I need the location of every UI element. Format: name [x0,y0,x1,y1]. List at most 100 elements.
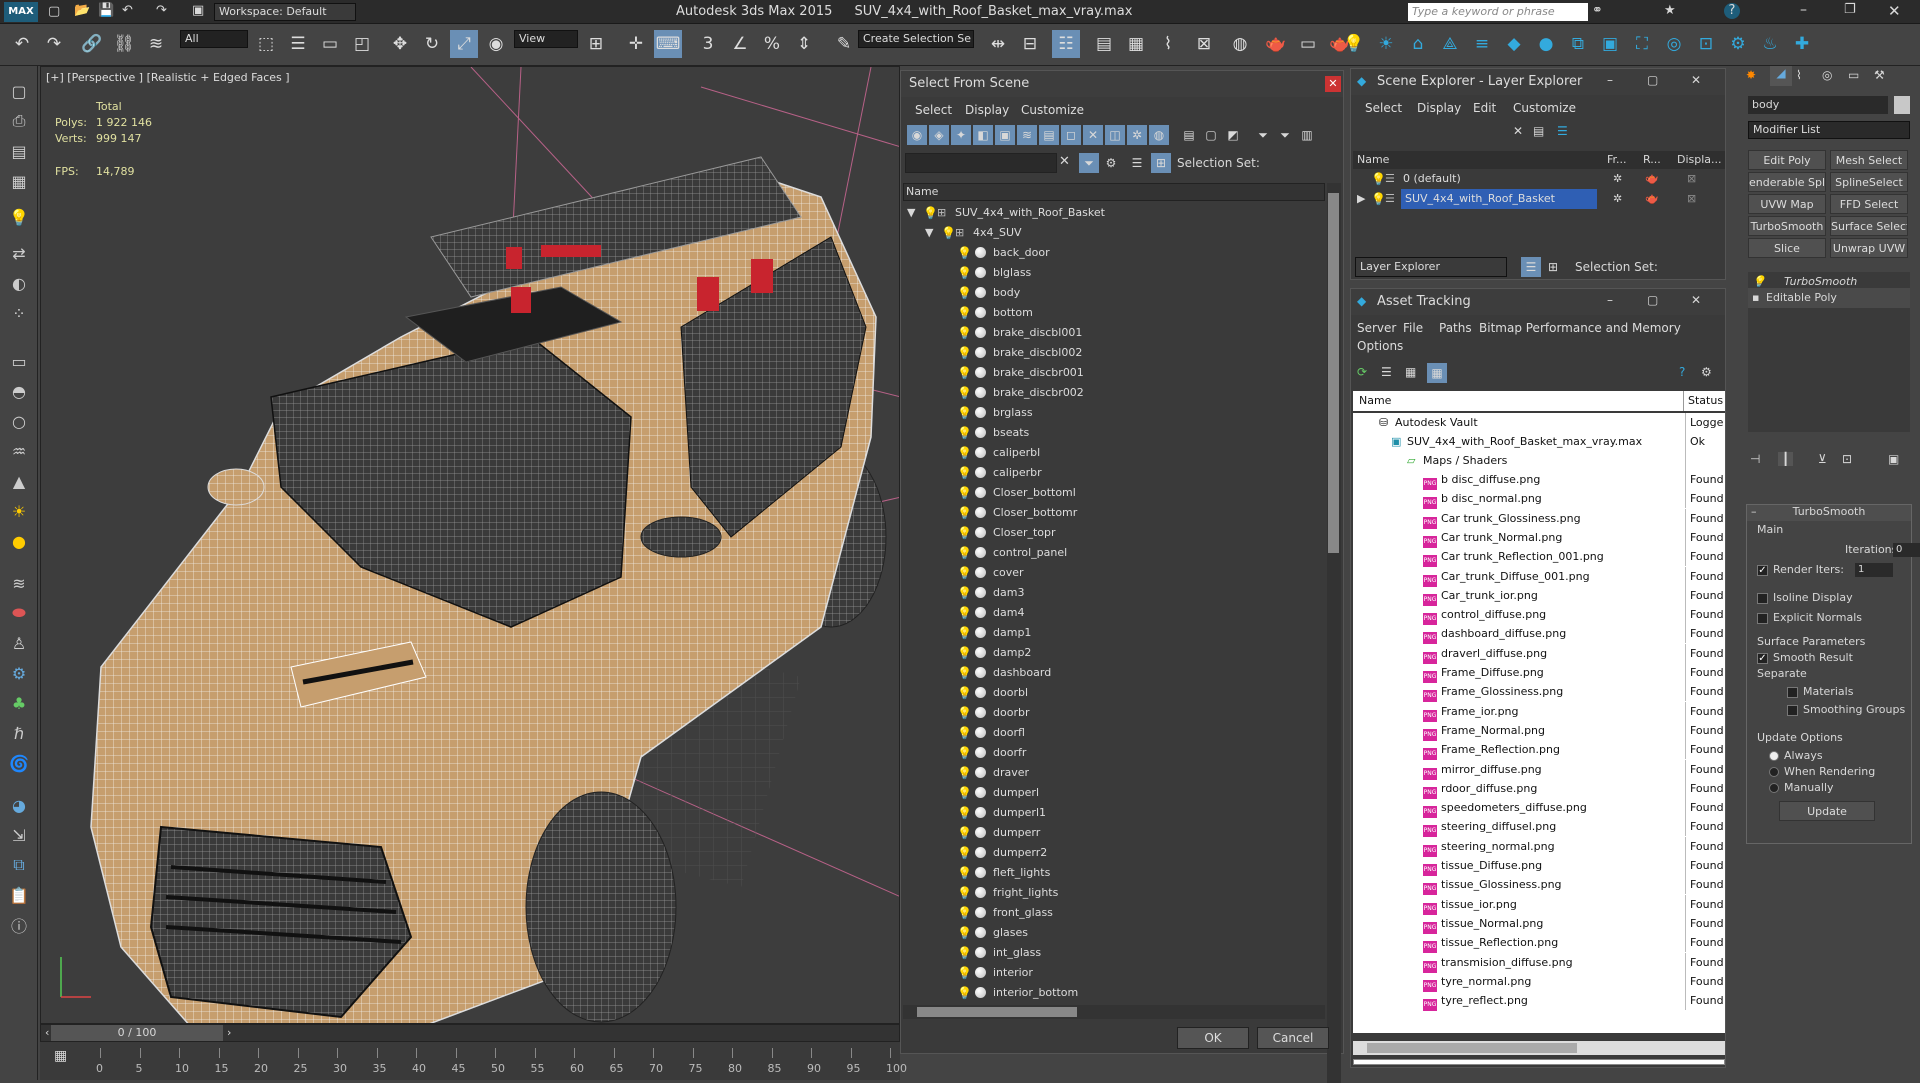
bulb-icon[interactable]: 💡 [923,203,938,223]
bulb-icon[interactable]: 💡 [957,563,972,583]
search-field[interactable] [1353,123,1511,143]
col-name[interactable]: Name [1357,151,1389,169]
place-icon[interactable]: ◉ [482,30,510,58]
find-options-icon[interactable]: ⚙ [1101,153,1121,173]
asset-row[interactable]: PNG tissue_ior.png Found [1353,894,1725,915]
schematic-view-icon[interactable]: ⊠ [1190,30,1218,58]
filter-shapes-icon[interactable]: ◈ [929,125,949,145]
bulb-icon[interactable]: 💡 [957,523,972,543]
menu-edit[interactable]: Edit [1473,101,1496,115]
filter-frozen-icon[interactable]: ✲ [1127,125,1147,145]
bulb-icon[interactable]: 💡 [957,543,972,563]
camera-icon[interactable]: ⎙ [5,108,33,134]
vray-extra-icon[interactable]: ✚ [1788,30,1816,58]
bulb-icon[interactable]: 💡 [957,263,972,283]
asset-row[interactable]: PNG Frame_ior.png Found [1353,701,1725,722]
suv-wireframe-model[interactable] [41,67,900,1024]
menu-customize[interactable]: Customize [1021,103,1084,117]
explicit-normals-checkbox[interactable]: Explicit Normals [1757,611,1862,624]
object-row[interactable]: 💡 damp1 [903,623,1323,643]
object-row[interactable]: 💡 dumperl [903,783,1323,803]
filter-lights-icon[interactable]: ✦ [951,125,971,145]
move-tool-icon[interactable]: ⇄ [5,240,33,266]
disc-icon[interactable]: ● [5,528,33,554]
when-rendering-radio[interactable]: When Rendering [1769,765,1875,778]
smoothing-groups-checkbox[interactable]: Smoothing Groups [1787,703,1905,716]
layer-row-default[interactable]: 💡 ☰ 0 (default) ✲ 🫖 ⊠ [1353,169,1725,189]
select-by-name-icon[interactable]: ☰ [284,30,312,58]
materials-checkbox[interactable]: Materials [1787,685,1853,698]
filter-cameras-icon[interactable]: ◧ [973,125,993,145]
light-icon[interactable]: 💡 [5,204,33,230]
vray-toggle-icon[interactable]: ⊡ [1692,30,1720,58]
edit-named-selection-icon[interactable]: ✎ [830,30,858,58]
bulb-icon[interactable]: 💡 [957,783,972,803]
track-bar-icon[interactable]: ▦ [54,1048,67,1064]
help-circle-icon[interactable]: ⓘ [5,912,33,938]
object-row[interactable]: 💡 dumperr2 [903,843,1323,863]
bulb-icon[interactable]: 💡 [957,723,972,743]
bulb-icon[interactable]: 💡 [1371,169,1386,189]
object-row[interactable]: 💡 dumperr [903,823,1323,843]
modifier-button[interactable]: TurboSmooth [1748,216,1826,236]
object-row[interactable]: 💡 fleft_lights [903,863,1323,883]
reference-coord-dropdown[interactable]: View [514,30,578,48]
asset-row[interactable]: PNG mirror_diffuse.png Found [1353,759,1725,780]
layers-icon[interactable]: ☰ [1127,153,1147,173]
minimize-icon[interactable]: – [1800,2,1807,18]
expand-icon[interactable]: ▪ [1752,288,1759,308]
modifier-button[interactable]: enderable Splir [1748,172,1826,192]
h-scroll-thumb[interactable] [1367,1043,1577,1053]
bulb-icon[interactable]: 💡 [957,883,972,903]
list-scrollbar[interactable] [1327,183,1341,1083]
asset-row[interactable]: PNG Car trunk_Normal.png Found [1353,527,1725,548]
gear-icon[interactable]: ⚙ [5,660,33,686]
help-icon[interactable]: ? [1679,365,1685,379]
track-bar[interactable]: ▦ 0 5 10 15 20 25 30 35 40 45 50 55 60 65 70 75 80 85 90 95… [40,1044,907,1080]
vray-sphere-icon[interactable]: ● [1532,30,1560,58]
object-row[interactable]: 💡 doorbl [903,683,1323,703]
window-crossing-icon[interactable]: ◰ [348,30,376,58]
asset-row[interactable]: PNG control_diffuse.png Found [1353,605,1725,626]
object-row[interactable]: 💡 bseats [903,423,1323,443]
col-name[interactable]: Name [1359,391,1391,411]
object-row[interactable]: 💡 body [903,283,1323,303]
object-row[interactable]: 💡 bottom [903,303,1323,323]
object-row[interactable]: 💡 cover [903,563,1323,583]
dots-icon[interactable]: ⁘ [5,300,33,326]
undo-icon[interactable]: ↶ [8,30,36,58]
menu-bitmap-performance[interactable]: Bitmap Performance and Memory [1479,321,1681,335]
rollout-title[interactable]: TurboSmooth [1747,505,1911,521]
freeze-icon[interactable]: ✲ [1613,189,1622,209]
pin-stack-icon[interactable]: ⊣ [1750,452,1760,466]
find-input[interactable] [905,153,1057,173]
asset-row[interactable]: PNG speedometers_diffuse.png Found [1353,798,1725,819]
bulb-icon[interactable]: 💡 [957,503,972,523]
grid-icon[interactable]: ▦ [5,168,33,194]
display-icon[interactable]: ⊠ [1687,169,1696,189]
time-slider[interactable]: ‹ 0 / 100 › [40,1024,900,1042]
radio-icon[interactable] [1769,751,1779,761]
display-invert-icon[interactable]: ◩ [1223,125,1243,145]
checkbox-icon[interactable] [1787,704,1798,716]
open-file-icon[interactable]: 📂 [74,3,90,18]
rotate-icon[interactable]: ↻ [418,30,446,58]
layers-mode-icon[interactable]: ☰ [1521,257,1541,277]
close-icon[interactable]: ✕ [1888,2,1901,20]
object-row[interactable]: 💡 doorfr [903,743,1323,763]
asset-row[interactable]: PNG tissue_Glossiness.png Found [1353,875,1725,896]
column-name-header[interactable]: Name [903,183,1325,201]
asset-row[interactable]: PNG steering_normal.png Found [1353,836,1725,857]
modifier-button[interactable]: Surface Select [1830,216,1908,236]
make-unique-icon[interactable]: ⊻ [1818,452,1827,466]
modify-tab-icon[interactable]: ◢ [1770,66,1792,86]
clipboard-icon[interactable]: 📋 [5,882,33,908]
menu-customize[interactable]: Customize [1513,101,1576,115]
bulb-icon[interactable]: 💡 [957,583,972,603]
unlink-icon[interactable]: ⛓ [110,30,138,58]
filter-spacewarps-icon[interactable]: ≋ [1017,125,1037,145]
hierarchy-mode-icon[interactable]: ⊞ [1543,257,1563,277]
bulb-icon[interactable]: 💡 [957,303,972,323]
vray-fur-icon[interactable]: ≡ [1468,30,1496,58]
bulb-icon[interactable]: 💡 [957,283,972,303]
